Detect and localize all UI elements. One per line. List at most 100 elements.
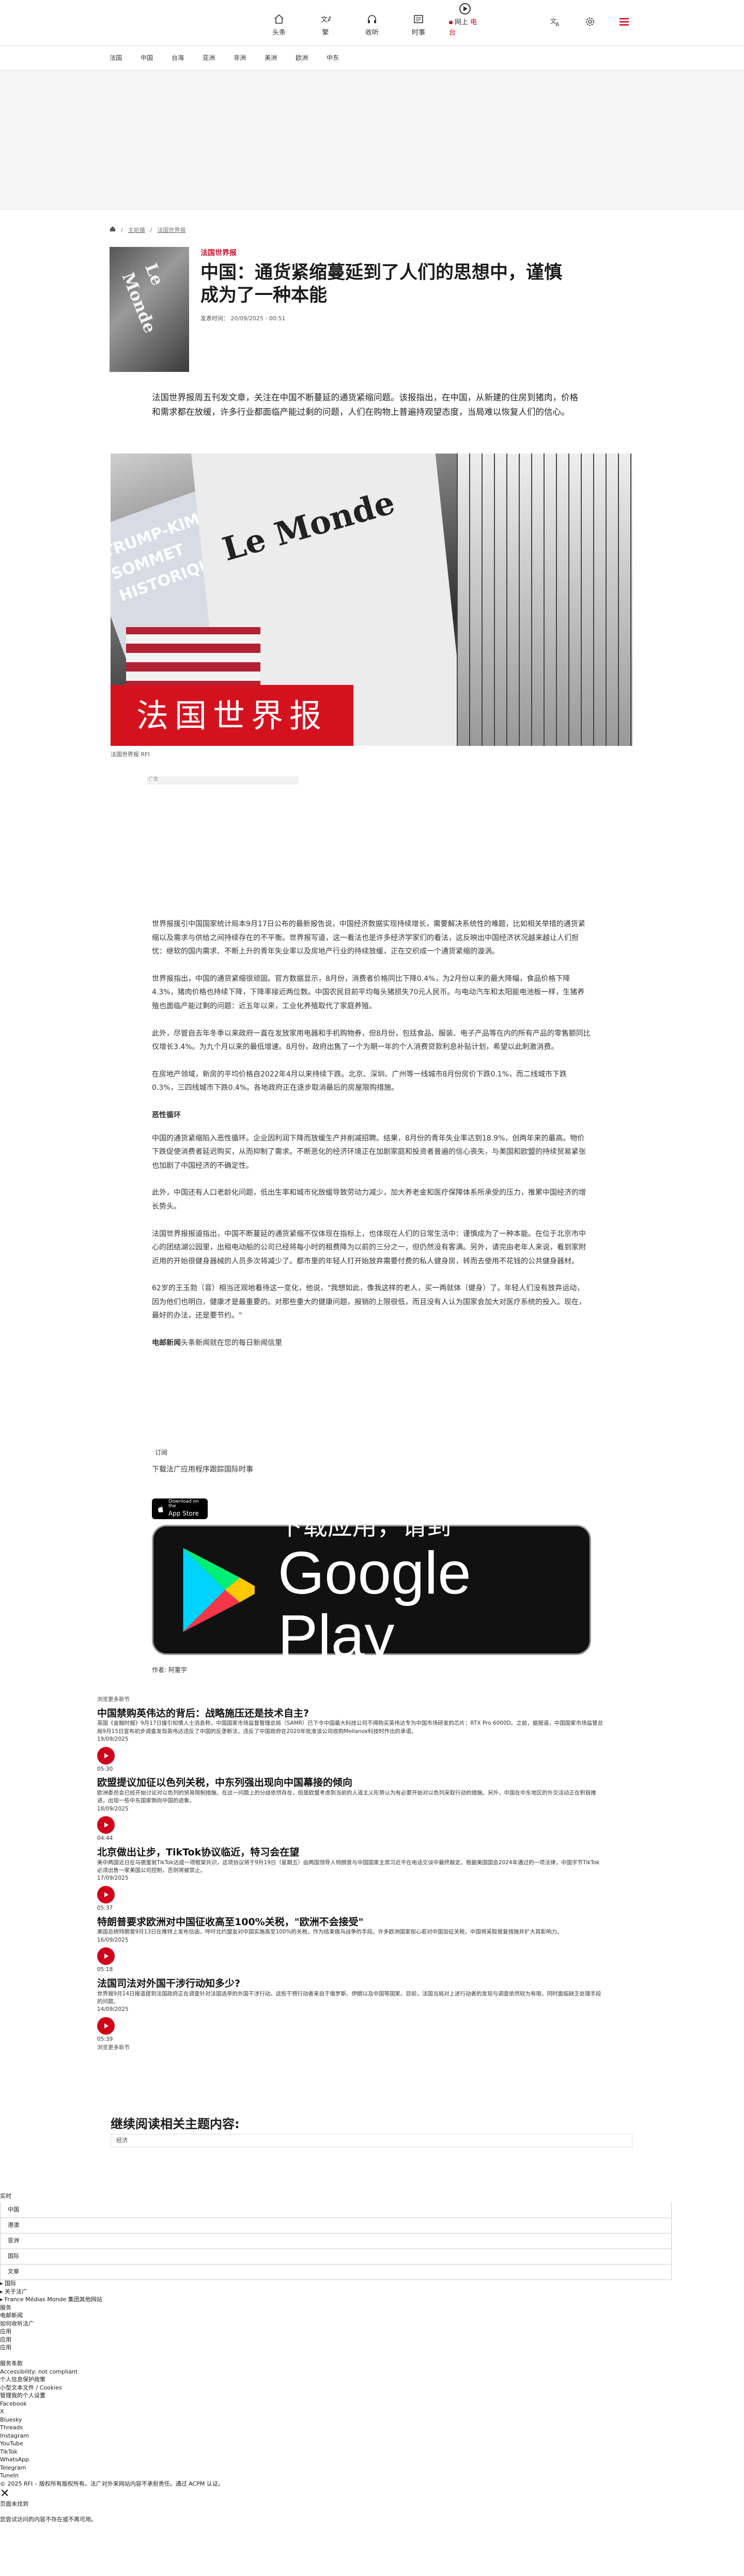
related-title[interactable]: 北京做出让步，TikTok协议临近，特习会在望 [97, 1846, 603, 1859]
footer-link[interactable]: 个人信息保护政策 [0, 2376, 224, 2384]
social-x[interactable]: X [0, 2408, 224, 2416]
section-middle-east[interactable]: 中东 [327, 53, 339, 63]
footer-link[interactable]: 电邮新闻 [0, 2312, 224, 2320]
related-list: 浏览更多新节 中国禁购英伟达的背后：战略施压还是技术自主? 英国《金融时报》9月… [97, 1696, 603, 2052]
nav-home[interactable]: 头条 [263, 13, 295, 38]
app-store-label: App Store [168, 1510, 199, 1517]
related-item[interactable]: 法国司法对外国干涉行动知多少? 世界报9月14日报道提到法国政府正在调查针对法国… [97, 1977, 603, 2044]
social-facebook[interactable]: Facebook [0, 2400, 224, 2408]
related-item[interactable]: 中国禁购英伟达的背后：战略施压还是技术自主? 英国《金融时报》9月17日援引知情… [97, 1707, 603, 1774]
close-icon[interactable]: ✕ [0, 2488, 224, 2500]
related-date: 16/09/2025 [97, 1937, 129, 1943]
play-icon[interactable] [97, 2017, 115, 2035]
article-paragraph: 中国的通货紧缩陷入恶性循环。企业因利润下降而放缓生产并削减招聘。结果，8月份的青… [152, 1134, 586, 1170]
social-instagram[interactable]: Instagram [0, 2432, 224, 2440]
section-asia[interactable]: 亚洲 [203, 53, 215, 63]
related-date: 17/09/2025 [97, 1875, 129, 1882]
live-dot-icon [449, 21, 453, 24]
subscribe-button[interactable]: 订阅 [155, 1448, 167, 1457]
newsletter-bold: 电邮新闻 [152, 1339, 181, 1348]
image-band-text: 法国世界报 [136, 696, 328, 735]
article-paragraph: 世界报指出，中国的通货紧缩很顽固。官方数据显示，8月份，消费者价格同比下降0.4… [152, 974, 585, 1010]
live-prefix: 网上 [455, 19, 469, 26]
live-tab[interactable]: 文章 [0, 2264, 672, 2280]
live-tab[interactable]: 港澳 [0, 2218, 672, 2234]
section-africa[interactable]: 非洲 [234, 53, 246, 63]
section-france[interactable]: 法国 [110, 53, 122, 63]
nav-traditional[interactable]: 文A 繁 [309, 13, 342, 38]
related-item[interactable]: 特朗普要求欧洲对中国征收高至100%关税，"欧洲不会接受" 美国总统特朗普9月1… [97, 1916, 603, 1974]
article-header: Le Monde 法国世界报 中国：通货紧缩蔓延到了人们的思想中，谨慎成为了一种… [110, 247, 583, 372]
related-title[interactable]: 法国司法对外国干涉行动知多少? [97, 1977, 603, 1990]
live-tab[interactable]: 中国 [0, 2202, 672, 2218]
image-rack [457, 454, 632, 746]
section-china[interactable]: 中国 [141, 53, 153, 63]
social-whatsapp[interactable]: WhatsApp [0, 2456, 224, 2464]
google-play-line1: 下载应用，请到 [277, 1512, 452, 1541]
ad-label: 广告 [147, 776, 299, 785]
live-tab[interactable]: 国际 [0, 2249, 672, 2265]
nav-listen[interactable]: 收听 [356, 13, 388, 38]
thumbnail-paper-title: Le Monde [118, 260, 168, 336]
page-title: 中国：通货紧缩蔓延到了人们的思想中，谨慎成为了一种本能 [200, 262, 563, 306]
translate-icon[interactable]: 文A [550, 15, 562, 28]
play-icon[interactable] [97, 1947, 115, 1965]
topic-tag[interactable]: 经济 [111, 2134, 632, 2147]
related-title[interactable]: 特朗普要求欧洲对中国征收高至100%关税，"欧洲不会接受" [97, 1916, 603, 1929]
ad-banner [0, 70, 744, 210]
nav-news[interactable]: 时事 [402, 13, 435, 38]
nav-live-radio[interactable]: 网上 电台 [449, 3, 481, 38]
footer-link[interactable]: 管理我的个人设置 [0, 2392, 224, 2400]
play-icon[interactable] [97, 1746, 115, 1765]
more-topics-heading: 继续阅读相关主题内容: [111, 2117, 240, 2131]
related-item[interactable]: 北京做出让步，TikTok协议临近，特习会在望 美中两国近日在马德里就TikTo… [97, 1846, 603, 1913]
social-bluesky[interactable]: Bluesky [0, 2416, 224, 2424]
footer-link[interactable]: ▸ France Médias Monde 集团其他网站 [0, 2296, 224, 2304]
live-tab[interactable]: 亚洲 [0, 2233, 672, 2249]
footer-link[interactable]: 服务条款 [0, 2360, 224, 2368]
apple-icon [158, 1505, 163, 1512]
section-taiwan-strait[interactable]: 台海 [172, 53, 184, 63]
menu-icon[interactable] [618, 15, 630, 28]
related-title[interactable]: 中国禁购英伟达的背后：战略施压还是技术自主? [97, 1707, 603, 1720]
footer-link[interactable]: ▸ 国际 [0, 2280, 224, 2288]
social-youtube[interactable]: YouTube [0, 2440, 224, 2448]
newsletter-promo: 电邮新闻头条新闻就在您的每日新闻信里 [152, 1336, 591, 1350]
social-tunein[interactable]: TuneIn [0, 2472, 224, 2480]
footer-link[interactable]: 应用 [0, 2336, 224, 2344]
footer-link[interactable]: ▸ 关于法广 [0, 2288, 224, 2296]
article-paragraph: 法国世界报报道指出，中国不断蔓延的通货紧缩不仅体现在指标上，也体现在人们的日常生… [152, 1229, 586, 1266]
related-title[interactable]: 欧盟提议加征以色列关税，中东列强出现向中国幕接的倾向 [97, 1776, 603, 1789]
social-threads[interactable]: Threads [0, 2424, 224, 2432]
section-americas[interactable]: 美洲 [265, 53, 277, 63]
google-play-icon [183, 1548, 255, 1632]
footer-link[interactable]: 应用 [0, 2344, 224, 2352]
play-icon[interactable] [97, 1885, 115, 1903]
related-date: 14/09/2025 [97, 2006, 129, 2013]
footer-link[interactable]: 小型文本文件 / Cookies [0, 2384, 224, 2392]
breadcrumb: / 主轮播 / 法国世界报 [110, 226, 185, 235]
publish-time: 发表时间： 20/09/2025 - 00:51 [200, 315, 286, 322]
home-icon[interactable] [110, 226, 116, 235]
footer-link[interactable]: 如何收听法广 [0, 2320, 224, 2328]
section-nav: 法国 中国 台海 亚洲 非洲 美洲 欧洲 中东 [0, 45, 744, 70]
related-summary: 美中两国近日在马德里就TikTok达成一项框架共识，这项协议将于9月19日（星期… [97, 1859, 600, 1874]
gear-icon[interactable] [584, 15, 596, 28]
social-tiktok[interactable]: TikTok [0, 2448, 224, 2456]
section-europe[interactable]: 欧洲 [296, 53, 308, 63]
article-paragraph: 此外，尽管自去年冬季以来政府一直在发放家用电器和手机购物券，但8月份，包括食品、… [152, 1029, 591, 1052]
image-red-band: 法国世界报 [111, 685, 353, 746]
headphones-icon [366, 13, 378, 25]
play-icon[interactable] [97, 1816, 115, 1834]
breadcrumb-item[interactable]: 法国世界报 [157, 226, 185, 235]
footer-link[interactable]: 应用 [0, 2328, 224, 2336]
app-store-button[interactable]: Download on the App Store [152, 1498, 208, 1519]
breadcrumb-item[interactable]: 主轮播 [128, 226, 145, 235]
google-play-banner[interactable]: 下载应用，请到 Google Play [152, 1512, 591, 1667]
related-item[interactable]: 欧盟提议加征以色列关税，中东列强出现向中国幕接的倾向 欧洲委员会已经开始讨论对以… [97, 1776, 603, 1843]
related-end: 浏览更多新节 [97, 2044, 130, 2051]
article-kicker[interactable]: 法国世界报 [200, 248, 583, 259]
social-telegram[interactable]: Telegram [0, 2464, 224, 2472]
related-duration: 05:37 [97, 1904, 113, 1911]
play-icon [459, 3, 471, 14]
